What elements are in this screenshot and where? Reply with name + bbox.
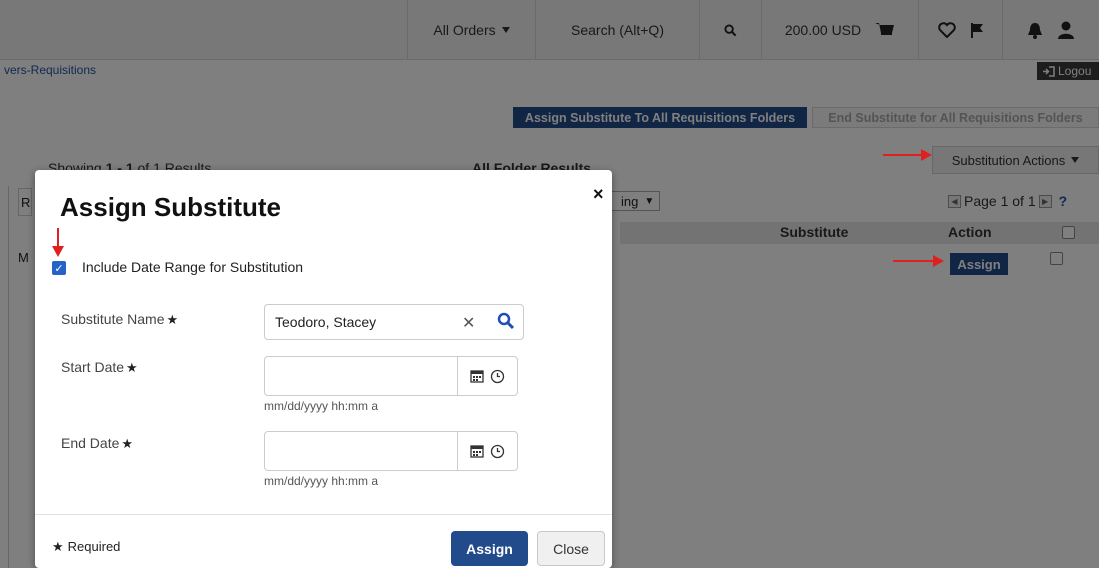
substitute-name-label-text: Substitute Name [61,311,165,327]
date-range-label: Include Date Range for Substitution [82,259,304,275]
start-date-pickers [457,357,517,395]
end-date-pickers [457,432,517,470]
substitute-name-field[interactable]: Teodoro, Stacey ✕ [264,304,524,340]
dialog-title: Assign Substitute [60,192,282,222]
search-icon[interactable] [497,312,515,330]
required-star-icon: ★ [121,436,134,451]
annotation-arrow-icon [893,255,944,267]
date-range-checkbox[interactable]: ✓ [52,261,66,275]
start-date-field[interactable] [264,356,518,396]
assign-substitute-dialog: Assign Substitute × ✓ Include Date Range… [35,170,612,568]
required-note: ★ Required [52,539,120,555]
calendar-icon[interactable] [470,369,484,383]
close-icon[interactable]: × [593,184,604,205]
clock-icon[interactable] [490,444,505,459]
end-date-label: End Date ★ [61,435,133,452]
required-star-icon: ★ [52,539,64,554]
end-date-label-text: End Date [61,435,120,451]
clear-icon[interactable]: ✕ [462,313,475,333]
calendar-icon[interactable] [470,444,484,458]
assign-button[interactable]: Assign [451,531,528,566]
substitute-name-value: Teodoro, Stacey [275,314,377,330]
required-star-icon: ★ [126,360,138,375]
end-date-hint: mm/dd/yyyy hh:mm a [264,474,379,488]
required-note-text: Required [67,539,121,554]
start-date-label-text: Start Date [61,359,125,375]
substitute-name-label: Substitute Name ★ [61,311,178,328]
start-date-hint: mm/dd/yyyy hh:mm a [264,399,379,413]
close-button[interactable]: Close [537,531,605,566]
dialog-footer-divider [35,514,612,515]
end-date-field[interactable] [264,431,518,471]
start-date-label: Start Date ★ [61,359,138,376]
required-star-icon: ★ [166,312,179,327]
clock-icon[interactable] [490,369,505,384]
annotation-arrow-icon [52,228,64,257]
annotation-arrow-icon [883,149,932,161]
